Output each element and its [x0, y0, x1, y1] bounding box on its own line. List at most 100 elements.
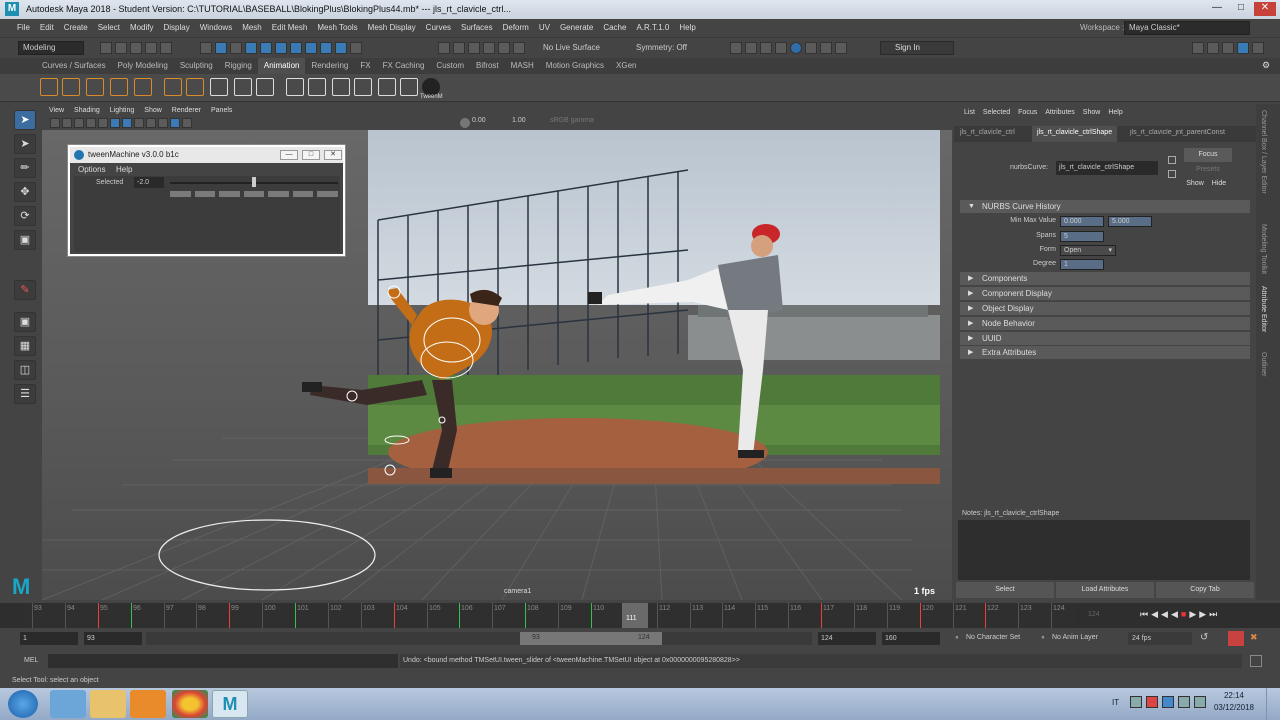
tray-volume-icon[interactable]: [1194, 696, 1206, 708]
preset-button[interactable]: [243, 191, 265, 197]
select-object-icon[interactable]: [215, 42, 227, 54]
anim-end-field[interactable]: 160: [882, 632, 940, 645]
tool-settings-icon[interactable]: [1237, 42, 1249, 54]
menu-deform[interactable]: Deform: [498, 19, 534, 37]
menu-surfaces[interactable]: Surfaces: [456, 19, 498, 37]
min-value-field[interactable]: 0.000: [1060, 216, 1104, 227]
hypershade-icon[interactable]: [775, 42, 787, 54]
character-set-dropdown[interactable]: No Character Set: [966, 634, 1020, 641]
undo-icon[interactable]: [145, 42, 157, 54]
node-name-field[interactable]: jls_rt_clavicle_ctrlShape: [1056, 161, 1158, 175]
lasso-tool-icon[interactable]: ➤: [14, 134, 36, 154]
attr-menu-focus[interactable]: Focus: [1014, 107, 1041, 119]
workspace-dropdown[interactable]: Maya Classic*: [1124, 21, 1250, 35]
fps-dropdown[interactable]: 24 fps: [1128, 632, 1192, 645]
step-forward-key-icon[interactable]: ▶: [1199, 609, 1206, 620]
four-view-layout-icon[interactable]: ▦: [14, 336, 36, 356]
mask-icon[interactable]: [245, 42, 257, 54]
grid-icon[interactable]: [98, 118, 108, 128]
show-button[interactable]: Show: [1184, 178, 1206, 190]
ik-spline-icon[interactable]: [308, 78, 326, 96]
redo-icon[interactable]: [160, 42, 172, 54]
mask-deformations-icon[interactable]: [305, 42, 317, 54]
wireframe-icon[interactable]: [110, 118, 120, 128]
menu-mesh[interactable]: Mesh: [237, 19, 267, 37]
attribute-editor-icon[interactable]: [1222, 42, 1234, 54]
maximize-icon[interactable]: □: [1230, 2, 1252, 16]
render-settings-icon[interactable]: [760, 42, 772, 54]
section-extra-attributes[interactable]: ▶ Extra Attributes: [960, 346, 1250, 359]
xray-icon[interactable]: [170, 118, 180, 128]
shelf-tab-xgen[interactable]: XGen: [610, 58, 642, 74]
degree-field[interactable]: 1: [1060, 259, 1104, 270]
tweenmachine-window[interactable]: tweenMachine v3.0.0 b1c — □ ✕ Options He…: [68, 145, 345, 256]
ipr-render-icon[interactable]: [745, 42, 757, 54]
step-back-frame-icon[interactable]: ◀: [1161, 609, 1168, 620]
preset-button[interactable]: [219, 191, 240, 197]
tweenmachine-menu-help[interactable]: Help: [116, 165, 132, 174]
copy-tab-button[interactable]: Copy Tab: [1156, 582, 1254, 598]
tray-flag-icon[interactable]: [1178, 696, 1190, 708]
constraint-orient-icon[interactable]: [256, 78, 274, 96]
minimize-icon[interactable]: —: [1206, 2, 1228, 16]
media-player-icon[interactable]: [130, 690, 166, 718]
shelf-tab-fx[interactable]: FX: [354, 58, 376, 74]
notes-field[interactable]: [958, 520, 1250, 580]
playback-end-field[interactable]: 124: [818, 632, 876, 645]
camera-lock-icon[interactable]: [62, 118, 72, 128]
motion-trail-icon[interactable]: [164, 78, 182, 96]
maya-taskbar-icon[interactable]: M: [212, 690, 248, 718]
gamma-field[interactable]: 1.00: [512, 117, 526, 124]
tab-modeling-toolkit[interactable]: Modeling Toolkit: [1260, 224, 1267, 274]
load-attributes-button[interactable]: Load Attributes: [1056, 582, 1154, 598]
menu-windows[interactable]: Windows: [195, 19, 237, 37]
playblast-icon[interactable]: [820, 42, 832, 54]
attr-menu-selected[interactable]: Selected: [979, 107, 1014, 119]
bookmark-icon[interactable]: [74, 118, 84, 128]
go-to-output-icon[interactable]: [1168, 170, 1176, 178]
shelf-tab-custom[interactable]: Custom: [430, 58, 470, 74]
focus-button[interactable]: Focus: [1184, 148, 1232, 162]
tray-arrow-icon[interactable]: [1130, 696, 1142, 708]
menu-mesh-tools[interactable]: Mesh Tools: [312, 19, 362, 37]
presets-button[interactable]: Presets: [1184, 164, 1232, 176]
shelf-tab-bifrost[interactable]: Bifrost: [470, 58, 505, 74]
shelf-tab-rigging[interactable]: Rigging: [219, 58, 258, 74]
section-uuid[interactable]: ▶ UUID: [960, 332, 1250, 345]
go-to-end-icon[interactable]: ⏭: [1209, 609, 1217, 620]
save-scene-icon[interactable]: [130, 42, 142, 54]
show-desktop-button[interactable]: [1266, 688, 1280, 720]
playback-start-field[interactable]: 93: [84, 632, 142, 645]
stop-icon[interactable]: ■: [1181, 609, 1186, 620]
menu-edit-mesh[interactable]: Edit Mesh: [267, 19, 313, 37]
snap-view-icon[interactable]: [498, 42, 510, 54]
tab-shape[interactable]: jls_rt_clavicle_ctrlShape: [1032, 126, 1118, 142]
preset-button[interactable]: [268, 191, 289, 197]
select-button[interactable]: Select: [956, 582, 1054, 598]
selected-value-field[interactable]: -2.0: [134, 177, 164, 188]
constraint-point-icon[interactable]: [234, 78, 252, 96]
pause-icon[interactable]: [835, 42, 847, 54]
set-key-icon[interactable]: [40, 78, 58, 96]
scale-tool-icon[interactable]: ▣: [14, 230, 36, 250]
language-indicator[interactable]: IT: [1112, 698, 1119, 707]
dope-sheet-icon[interactable]: [86, 78, 104, 96]
section-object-display[interactable]: ▶ Object Display: [960, 302, 1250, 315]
select-tool-icon[interactable]: ➤: [14, 110, 36, 130]
go-to-input-icon[interactable]: [1168, 156, 1176, 164]
command-input[interactable]: [48, 654, 398, 668]
preset-button[interactable]: [194, 191, 216, 197]
menu-edit[interactable]: Edit: [35, 19, 59, 37]
section-components[interactable]: ▶ Components: [960, 272, 1250, 285]
file-explorer-icon[interactable]: [90, 690, 126, 718]
chrome-icon[interactable]: [172, 690, 208, 718]
shelf-tab-sculpting[interactable]: Sculpting: [174, 58, 219, 74]
ik-handle-icon[interactable]: [286, 78, 304, 96]
anim-layer-dropdown[interactable]: No Anim Layer: [1052, 634, 1098, 641]
tray-antivirus-icon[interactable]: [1146, 696, 1158, 708]
max-value-field[interactable]: 5.000: [1108, 216, 1152, 227]
menu-mesh-display[interactable]: Mesh Display: [363, 19, 421, 37]
tab-outliner[interactable]: Outliner: [1260, 352, 1267, 377]
spans-field[interactable]: 5: [1060, 231, 1104, 242]
form-dropdown[interactable]: Open ▾: [1060, 245, 1116, 256]
